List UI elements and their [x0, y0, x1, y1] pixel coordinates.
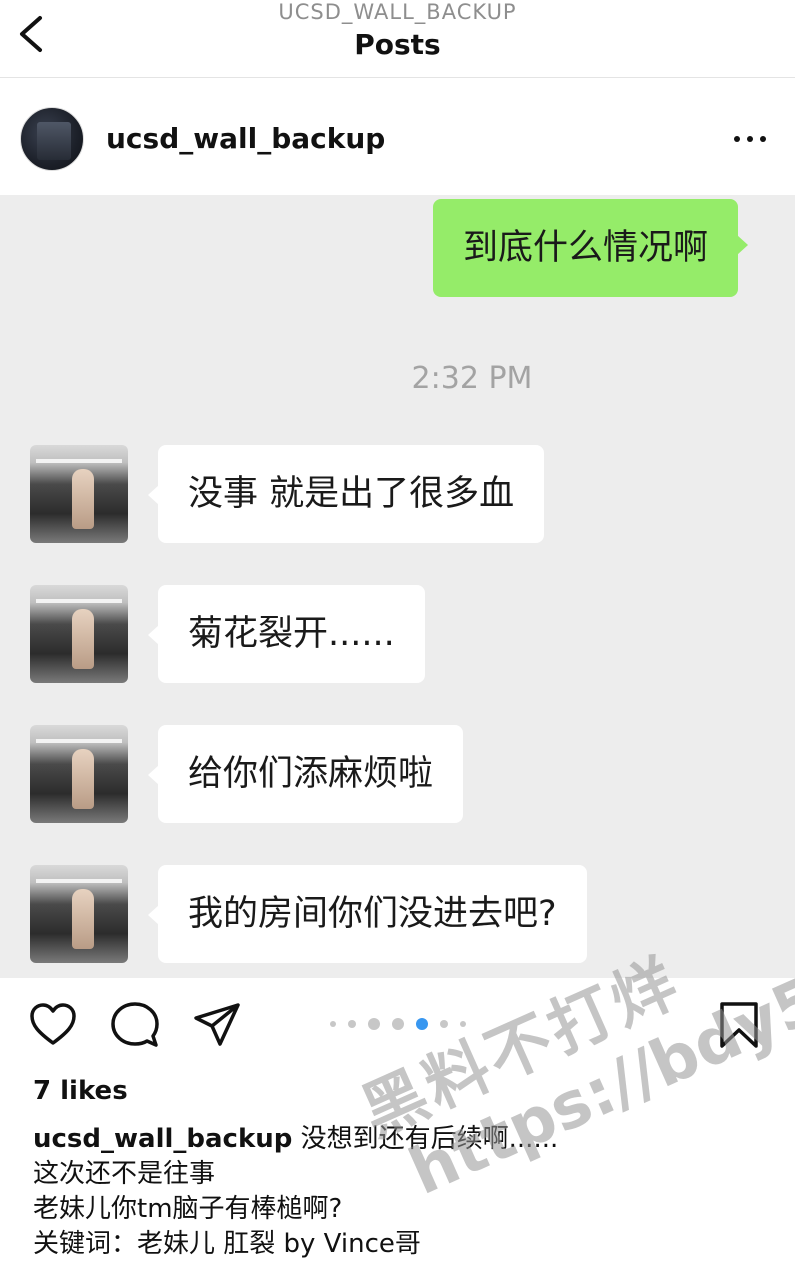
chat-timestamp: 2:32 PM [411, 361, 533, 396]
avatar-detail [36, 459, 122, 463]
caption-first-line: ucsd_wall_backup 没想到还有后续啊...... [33, 1122, 773, 1157]
like-button[interactable] [28, 1000, 78, 1050]
likes-count[interactable]: 7 likes [33, 1076, 128, 1106]
received-message-bubble: 没事 就是出了很多血 [147, 445, 545, 543]
avatar-detail [36, 879, 122, 883]
avatar-detail [72, 889, 94, 949]
received-message-bubble: 菊花裂开...... [148, 585, 425, 683]
carousel-indicator [330, 1018, 466, 1030]
carousel-dot [460, 1021, 466, 1027]
page-title: Posts [354, 28, 441, 61]
avatar-detail [72, 749, 94, 809]
top-navigation-bar: UCSD_WALL_BACKUP Posts [0, 0, 795, 78]
received-message-bubble: 给你们添麻烦啦 [147, 725, 464, 823]
bookmark-icon [720, 1002, 758, 1048]
received-message-bubble: 我的房间你们没进去吧? [148, 865, 587, 963]
post-image[interactable]: 到底什么情况啊 2:32 PM 没事 就是出了很多血 菊花裂开...... 给你… [0, 195, 795, 978]
carousel-dot [392, 1018, 404, 1030]
avatar-image [37, 122, 71, 160]
heart-icon [30, 1003, 76, 1045]
chat-avatar [30, 725, 128, 823]
avatar-detail [72, 609, 94, 669]
account-subtitle: UCSD_WALL_BACKUP [278, 0, 517, 24]
carousel-dot [330, 1021, 336, 1027]
avatar-detail [72, 469, 94, 529]
chat-avatar [30, 445, 128, 543]
more-dot [760, 136, 766, 142]
caption-line: 关键词：老妹儿 肛裂 by Vince哥 [33, 1229, 421, 1259]
caption-text: 没想到还有后续啊...... [300, 1124, 559, 1154]
carousel-dot [440, 1020, 448, 1028]
chat-avatar [30, 865, 128, 963]
more-options-button[interactable] [728, 127, 772, 151]
avatar-detail [36, 739, 122, 743]
post-username[interactable]: ucsd_wall_backup [106, 121, 385, 157]
caption-line: 老妹儿你tm脑子有棒槌啊? [33, 1194, 343, 1224]
post-header: ucsd_wall_backup [0, 79, 795, 195]
chat-avatar [30, 585, 128, 683]
sent-message-bubble: 到底什么情况啊 [433, 199, 749, 297]
comment-button[interactable] [110, 1000, 160, 1050]
save-button[interactable] [714, 1000, 764, 1050]
more-horizontal-icon [734, 136, 740, 142]
share-button[interactable] [192, 1000, 242, 1050]
more-dot [747, 136, 753, 142]
carousel-dot [368, 1018, 380, 1030]
caption-username[interactable]: ucsd_wall_backup [33, 1124, 292, 1154]
caption-line: 这次还不是往事 [33, 1159, 216, 1189]
profile-avatar[interactable] [20, 107, 84, 171]
carousel-dot [348, 1020, 356, 1028]
avatar-detail [36, 599, 122, 603]
carousel-dot-active [416, 1018, 428, 1030]
post-action-bar [0, 978, 795, 1068]
post-caption: ucsd_wall_backup 没想到还有后续啊...... 这次还不是往事 … [33, 1122, 773, 1262]
paper-plane-icon [194, 1003, 240, 1046]
comment-bubble-icon [111, 1002, 159, 1047]
